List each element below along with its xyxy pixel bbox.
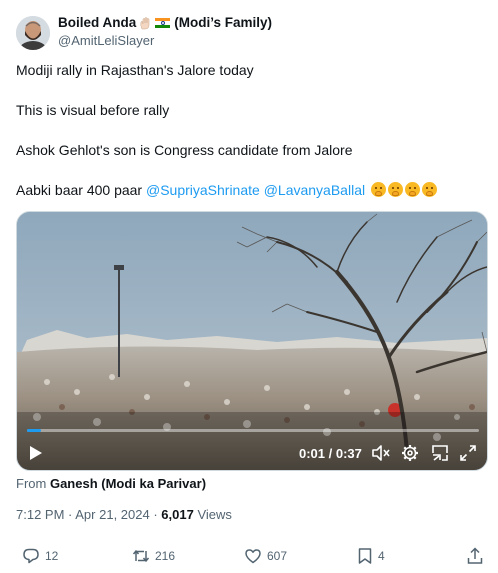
play-icon[interactable] [25,442,47,464]
reply-count: 12 [45,549,59,563]
video-frame [17,212,487,470]
video-progress-fill [27,429,41,432]
video-duration: 0:37 [335,446,362,461]
tweet-header: Boiled Anda (Modi’s Family) @AmitLeliSla… [16,12,482,52]
meta-separator-2: · [149,507,162,522]
bookmark-icon [358,548,372,564]
bookmark-button[interactable]: 4 [357,545,385,567]
face-with-hand-over-mouth-icon [387,182,403,197]
author-name-text: Boiled Anda [58,15,137,30]
views-label: Views [197,507,232,522]
tweet-line-2: This is visual before rally [16,102,170,118]
minimize-icon[interactable] [429,442,451,464]
mute-icon[interactable] [370,442,392,464]
palm-hand-icon [139,16,151,30]
reply-button[interactable]: 12 [22,545,58,567]
views-count: 6,017 [161,507,194,522]
repost-button[interactable]: 216 [132,545,175,567]
face-with-hand-over-mouth-icon [370,182,386,197]
tweet-line-3: Ashok Gehlot's son is Congress candidate… [16,142,353,158]
tweet-date[interactable]: Apr 21, 2024 [75,507,149,522]
author-name-suffix: (Modi’s Family) [174,15,273,30]
repost-icon [132,549,150,563]
tweet-meta: 7:12 PM · Apr 21, 2024 · 6,017 Views [16,506,232,524]
tweet-text: Modiji rally in Rajasthan's Jalore today… [16,60,482,220]
mention-link-2[interactable]: @LavanyaBallal [264,182,365,198]
author-names: Boiled Anda (Modi’s Family) @AmitLeliSla… [58,14,272,50]
heart-icon [245,549,261,564]
like-count: 607 [267,549,288,563]
bookmark-count: 4 [378,549,385,563]
video-controls: 0:01 / 0:37 [17,436,487,470]
source-prefix: From [16,476,47,491]
fullscreen-icon[interactable] [457,442,479,464]
face-with-hand-over-mouth-icon [404,182,420,197]
source-account-link[interactable]: Ganesh (Modi ka Parivar) [50,476,206,491]
video-current-time: 0:01 [299,446,326,461]
tweet-time[interactable]: 7:12 PM [16,507,64,522]
avatar[interactable] [16,16,50,50]
tweet-line-4: Aabki baar 400 paar @SupriyaShrinate @La… [16,180,482,201]
tweet-line-4-text: Aabki baar 400 paar [16,182,143,198]
repost-count: 216 [155,549,176,563]
video-time: 0:01 / 0:37 [299,446,362,461]
meta-separator: · [64,507,76,522]
like-button[interactable]: 607 [244,545,287,567]
tweet-actions: 12 216 607 4 [0,545,498,567]
video-player[interactable]: 0:01 / 0:37 [16,211,488,471]
video-progress-bar[interactable] [27,429,479,432]
author-display-name[interactable]: Boiled Anda (Modi’s Family) [58,14,272,32]
mention-link-1[interactable]: @SupriyaShrinate [146,182,260,198]
video-source-attribution: From Ganesh (Modi ka Parivar) [16,475,206,493]
video-time-separator: / [325,446,336,461]
share-icon [467,547,483,564]
reply-icon [23,548,39,564]
share-button[interactable] [466,545,484,567]
author-handle[interactable]: @AmitLeliSlayer [58,32,272,50]
india-flag-icon [155,17,171,29]
tweet-line-1: Modiji rally in Rajasthan's Jalore today [16,62,254,78]
face-with-hand-over-mouth-icon [421,182,437,197]
settings-icon[interactable] [399,442,421,464]
